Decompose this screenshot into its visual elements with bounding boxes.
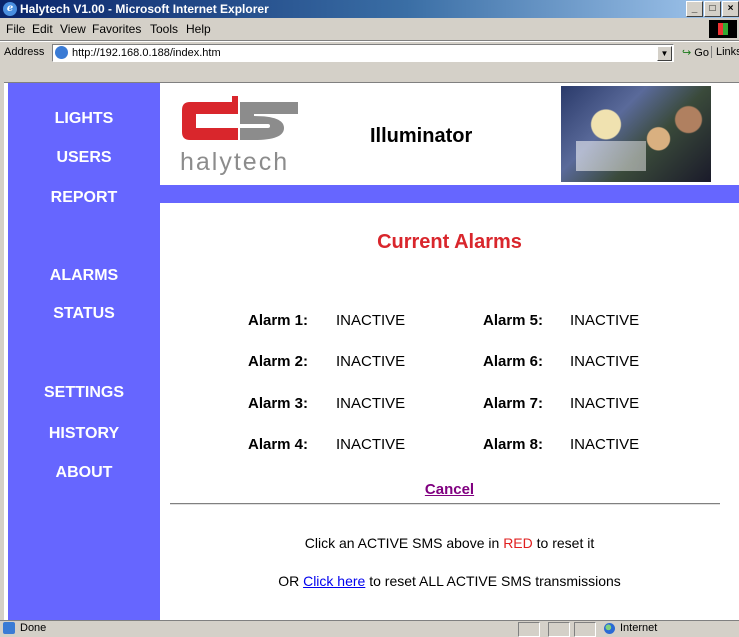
- chevron-down-icon[interactable]: ▼: [657, 46, 672, 61]
- internet-zone-icon: [604, 623, 615, 634]
- alarm-8-status[interactable]: INACTIVE: [570, 436, 639, 453]
- info1-post: to reset it: [532, 535, 595, 551]
- menu-edit[interactable]: Edit: [32, 22, 53, 36]
- alarm-6-status[interactable]: INACTIVE: [570, 353, 639, 370]
- window-controls: _ □ ×: [685, 1, 739, 17]
- nav-users[interactable]: USERS: [8, 149, 160, 167]
- reset-instruction: Click an ACTIVE SMS above in RED to rese…: [160, 535, 739, 551]
- ie-icon: e: [3, 2, 17, 16]
- alarm-1-label: Alarm 1:: [248, 312, 309, 329]
- alarm-4-status[interactable]: INACTIVE: [336, 436, 405, 453]
- nav-alarms[interactable]: ALARMS: [8, 267, 160, 285]
- page-icon: [55, 46, 68, 59]
- alarm-3-status[interactable]: INACTIVE: [336, 395, 405, 412]
- page-done-icon: [3, 622, 15, 634]
- reset-all-instruction: OR Click here to reset ALL ACTIVE SMS tr…: [160, 573, 739, 589]
- status-bar: Done Internet: [0, 620, 739, 637]
- go-button[interactable]: ↪ Go: [682, 46, 709, 59]
- address-bar: Address http://192.168.0.188/index.htm ▼…: [0, 41, 739, 64]
- minimize-button[interactable]: _: [686, 1, 703, 17]
- reset-all-link[interactable]: Click here: [303, 573, 365, 589]
- alarm-3-label: Alarm 3:: [248, 395, 309, 412]
- go-label: Go: [694, 47, 709, 59]
- status-pane: [518, 622, 540, 637]
- alarm-4-label: Alarm 4:: [248, 436, 309, 453]
- alarm-8-label: Alarm 8:: [483, 436, 544, 453]
- page-title: Current Alarms: [377, 231, 522, 253]
- alarm-2-label: Alarm 2:: [248, 353, 309, 370]
- zone-label: Internet: [620, 622, 658, 634]
- info1-red: RED: [503, 535, 533, 551]
- title-bar: e Halytech V1.00 - Microsoft Internet Ex…: [0, 0, 739, 18]
- address-input[interactable]: http://192.168.0.188/index.htm ▼: [52, 44, 674, 62]
- divider: [170, 503, 720, 505]
- alarm-6-label: Alarm 6:: [483, 353, 544, 370]
- info2-pre: OR: [278, 573, 304, 589]
- menu-view[interactable]: View: [60, 22, 86, 36]
- maximize-button[interactable]: □: [704, 1, 721, 17]
- nav-report[interactable]: REPORT: [8, 189, 160, 207]
- alarm-7-label: Alarm 7:: [483, 395, 544, 412]
- nav-lights[interactable]: LIGHTS: [8, 110, 160, 128]
- menu-favorites[interactable]: Favorites: [92, 22, 141, 36]
- alarm-5-status[interactable]: INACTIVE: [570, 312, 639, 329]
- alarm-7-status[interactable]: INACTIVE: [570, 395, 639, 412]
- links-button[interactable]: Links: [711, 46, 739, 58]
- info1-pre: Click an ACTIVE SMS above in: [304, 535, 504, 551]
- sidebar: LIGHTS USERS REPORT ALARMS STATUS SETTIN…: [8, 83, 160, 621]
- app-name: Illuminator: [370, 125, 473, 147]
- menu-file[interactable]: File: [6, 22, 25, 36]
- halytech-logo-icon: [182, 96, 298, 140]
- info2-post: to reset ALL ACTIVE SMS transmissions: [365, 573, 621, 589]
- status-text: Done: [20, 622, 47, 634]
- header-band: [160, 185, 739, 203]
- cancel-link[interactable]: Cancel: [160, 481, 739, 498]
- go-arrow-icon: ↪: [682, 47, 692, 59]
- main-panel: Current Alarms Alarm 1: INACTIVE Alarm 2…: [160, 203, 739, 621]
- address-label: Address: [4, 46, 45, 58]
- alarm-1-status[interactable]: INACTIVE: [336, 312, 405, 329]
- menu-help[interactable]: Help: [186, 22, 211, 36]
- header-photo: [561, 86, 711, 182]
- close-button[interactable]: ×: [722, 1, 739, 17]
- nav-about[interactable]: ABOUT: [8, 464, 160, 482]
- window-title: Halytech V1.00 - Microsoft Internet Expl…: [20, 2, 269, 16]
- alarm-2-status[interactable]: INACTIVE: [336, 353, 405, 370]
- windows-logo-icon: [709, 20, 737, 38]
- logo-text: halytech: [180, 148, 290, 176]
- address-url[interactable]: http://192.168.0.188/index.htm: [72, 47, 221, 59]
- status-pane: [574, 622, 596, 637]
- page-content: LIGHTS USERS REPORT ALARMS STATUS SETTIN…: [4, 82, 739, 621]
- nav-history[interactable]: HISTORY: [8, 425, 160, 443]
- status-pane: [548, 622, 570, 637]
- nav-settings[interactable]: SETTINGS: [8, 384, 160, 402]
- nav-status[interactable]: STATUS: [8, 305, 160, 323]
- menu-tools[interactable]: Tools: [150, 22, 178, 36]
- alarm-5-label: Alarm 5:: [483, 312, 544, 329]
- menu-bar: File Edit View Favorites Tools Help: [0, 18, 739, 41]
- header: halytech Illuminator: [160, 83, 739, 185]
